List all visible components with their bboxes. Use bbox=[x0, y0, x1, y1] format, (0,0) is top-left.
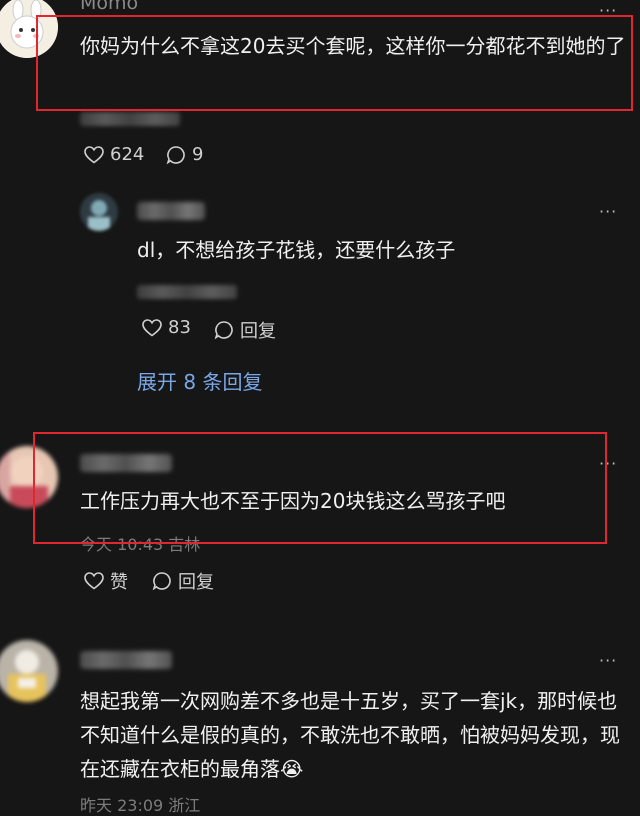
comment-bubble-icon bbox=[152, 572, 171, 591]
reply-button[interactable]: 回复 bbox=[152, 568, 214, 594]
more-options-icon[interactable]: ··· bbox=[599, 653, 617, 669]
reply-button[interactable]: 9 bbox=[166, 144, 203, 165]
more-options-icon[interactable]: ··· bbox=[599, 204, 617, 220]
comment-author-blurred bbox=[80, 651, 172, 669]
like-button[interactable]: 624 bbox=[84, 144, 144, 165]
avatar[interactable] bbox=[0, 640, 58, 702]
like-count: 83 bbox=[168, 317, 191, 338]
comment-author[interactable]: Momo bbox=[80, 0, 138, 14]
comment-text: dl，不想给孩子花钱，还要什么孩子 bbox=[137, 238, 456, 262]
reply-count: 9 bbox=[192, 144, 204, 165]
avatar-image-icon bbox=[80, 193, 118, 231]
like-button[interactable]: 赞 bbox=[84, 568, 128, 594]
comment-bubble-icon bbox=[166, 145, 185, 164]
like-label: 赞 bbox=[110, 572, 128, 593]
like-count: 624 bbox=[110, 144, 145, 165]
expand-replies-link[interactable]: 展开 8 条回复 bbox=[137, 366, 262, 395]
comment-meta: 昨天 23:09 浙江 bbox=[80, 796, 201, 815]
avatar[interactable] bbox=[80, 193, 118, 231]
heart-icon bbox=[84, 145, 104, 163]
highlight-box bbox=[33, 432, 607, 544]
comment-author-blurred bbox=[137, 202, 205, 220]
heart-icon bbox=[84, 572, 104, 590]
comment-meta-blurred bbox=[137, 285, 237, 299]
reply-button[interactable]: 回复 bbox=[214, 317, 276, 343]
comment-bubble-icon bbox=[214, 321, 233, 340]
highlight-box bbox=[36, 15, 633, 111]
comment-text: 想起我第一次网购差不多也是十五岁，买了一套jk，那时候也不知道什么是假的真的，不… bbox=[80, 689, 620, 781]
avatar-image-icon bbox=[0, 640, 58, 702]
reply-label: 回复 bbox=[240, 321, 276, 342]
comment-meta-blurred bbox=[80, 112, 180, 126]
reply-label: 回复 bbox=[178, 572, 214, 593]
like-button[interactable]: 83 bbox=[142, 317, 191, 338]
heart-icon bbox=[142, 318, 162, 336]
